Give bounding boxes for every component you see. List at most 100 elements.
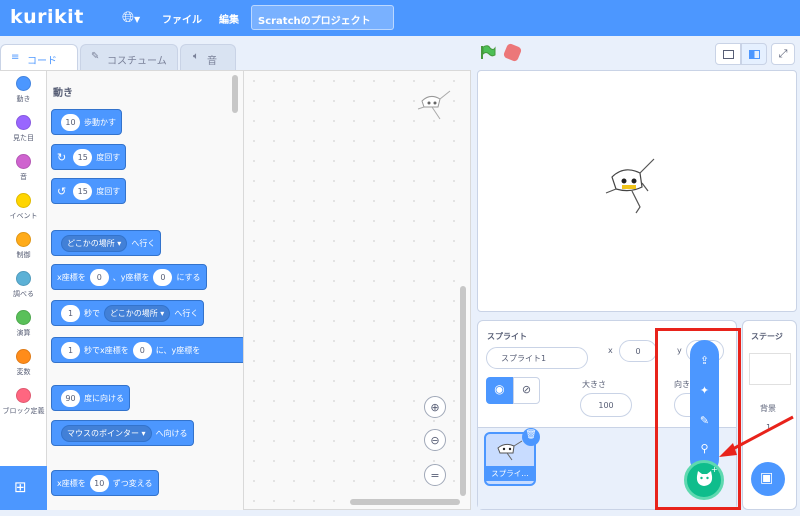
fullscreen-icon: ⤢ (778, 47, 788, 60)
choose-backdrop-button[interactable]: ▣ (751, 462, 785, 496)
block-change-x[interactable]: x座標を 10 ずつ変える (51, 470, 159, 496)
category-6[interactable]: 演算 (0, 310, 47, 338)
x-label: x (608, 346, 613, 355)
zoom-out-icon: ⊖ (430, 433, 440, 447)
block-glide-xy[interactable]: 1 秒でx座標を 0 に、y座標を (51, 337, 243, 363)
block-palette: 動き 10 歩動かす ↻ 15 度回す ↺ 15 度回す どこかの場所 ▾ へ行く x座標を… (47, 70, 243, 510)
glide-end-label: へ行く (174, 308, 199, 318)
change-x-input[interactable]: 10 (89, 474, 109, 492)
turn-left-icon: ↺ (57, 184, 67, 198)
category-dot-icon (16, 154, 31, 169)
add-extension-button[interactable]: ⊞ (0, 466, 47, 510)
hide-sprite-button[interactable]: ⊘ (513, 377, 540, 404)
script-workspace[interactable]: ⊕ ⊖ = (243, 70, 471, 510)
block-glide[interactable]: 1 秒で どこかの場所 ▾ へ行く (51, 300, 205, 326)
sprite-icon[interactable] (602, 153, 668, 218)
turn-right-icon: ↻ (57, 150, 67, 164)
tab-sound-label: 音 (207, 56, 217, 67)
turn-left-label: 度回す (96, 186, 121, 196)
zoom-in-button[interactable]: ⊕ (424, 396, 446, 418)
green-flag-icon[interactable] (480, 45, 496, 60)
block-goto-xy[interactable]: x座標を 0 、y座標を 0 にする (51, 264, 207, 290)
block-goto[interactable]: どこかの場所 ▾ へ行く (51, 230, 162, 256)
category-7[interactable]: 変数 (0, 349, 47, 377)
stop-icon[interactable] (502, 42, 523, 63)
size-label: 大きさ (582, 380, 606, 389)
turn-right-input[interactable]: 15 (73, 148, 93, 166)
x-input[interactable]: 0 (619, 340, 657, 362)
gotoxy-y-label: 、y座標を (112, 272, 150, 282)
category-label: 調べる (13, 290, 34, 298)
glide2-x-input[interactable]: 0 (132, 341, 152, 359)
chevron-down-icon: ▼ (134, 15, 141, 24)
glide2-secs-input[interactable]: 1 (61, 341, 80, 359)
block-point-towards[interactable]: マウスのポインター ▾ へ向ける (51, 420, 194, 446)
move-steps-input[interactable]: 10 (61, 113, 80, 131)
goto-target-dropdown[interactable]: どこかの場所 ▾ (61, 234, 128, 252)
gotoxy-x-input[interactable]: 0 (89, 268, 109, 286)
turn-left-input[interactable]: 15 (73, 182, 93, 200)
category-label: イベント (9, 212, 38, 220)
goto-target-value: どこかの場所 (67, 238, 115, 248)
delete-sprite-button[interactable]: 🗑︎ (522, 428, 540, 446)
point-towards-dropdown[interactable]: マウスのポインター ▾ (61, 424, 152, 442)
category-label: ブロック定義 (2, 407, 45, 415)
sprite-thumb-label: スプライ… (486, 466, 534, 481)
category-1[interactable]: 見た目 (0, 115, 47, 143)
show-sprite-button[interactable]: ◉ (486, 377, 513, 404)
fullscreen-button[interactable]: ⤢ (771, 43, 795, 65)
category-8[interactable]: ブロック定義 (0, 388, 47, 416)
size-input[interactable]: 100 (580, 393, 632, 417)
gotoxy-end-label: にする (176, 272, 201, 282)
workspace-horizontal-scrollbar[interactable] (350, 499, 460, 505)
trash-icon: 🗑︎ (525, 430, 537, 440)
zoom-out-button[interactable]: ⊖ (424, 429, 446, 451)
block-move-steps[interactable]: 10 歩動かす (51, 109, 122, 135)
point-direction-input[interactable]: 90 (61, 389, 80, 407)
menu-file[interactable]: ファイル (162, 11, 202, 26)
block-turn-right[interactable]: ↻ 15 度回す (51, 144, 127, 170)
category-dot-icon (16, 388, 31, 403)
brush-icon: ✎ (91, 51, 100, 62)
glide2-y-label: に、y座標を (155, 345, 201, 355)
large-stage-button[interactable] (741, 43, 767, 65)
workspace-vertical-scrollbar[interactable] (460, 286, 466, 496)
backdrop-thumbnail[interactable] (749, 353, 791, 385)
backdrop-label: 背景 (760, 404, 776, 413)
turn-right-label: 度回す (96, 152, 121, 162)
category-dot-icon (16, 271, 31, 286)
code-icon: ≡ (11, 52, 20, 63)
goto-label: へ行く (131, 238, 156, 248)
category-3[interactable]: イベント (0, 193, 47, 221)
tab-costume[interactable]: ✎ コスチューム (80, 44, 178, 70)
category-0[interactable]: 動き (0, 76, 47, 104)
language-globe-icon[interactable]: 🌐︎▼ (122, 8, 140, 26)
change-x-label: x座標を (57, 478, 86, 488)
glide-secs-input[interactable]: 1 (61, 304, 80, 322)
stage-canvas[interactable] (477, 70, 797, 312)
small-stage-button[interactable] (715, 43, 741, 65)
palette-heading: 動き (53, 88, 73, 99)
tab-costume-label: コスチューム (107, 56, 167, 67)
block-point-direction[interactable]: 90 度に向ける (51, 385, 130, 411)
stage-title: ステージ (751, 332, 783, 341)
kurikit-logo[interactable]: kurikit (10, 6, 84, 28)
category-5[interactable]: 調べる (0, 271, 47, 299)
glide-label: 秒で (84, 308, 100, 318)
zoom-reset-button[interactable]: = (424, 464, 446, 486)
speaker-icon: 🔈︎ (193, 51, 199, 62)
category-dot-icon (16, 310, 31, 325)
tab-sound[interactable]: 🔈︎ 音 (180, 44, 236, 70)
category-4[interactable]: 制御 (0, 232, 47, 260)
extension-icon: ⊞ (14, 478, 27, 496)
sprite-name-input[interactable]: スプライト1 (486, 347, 588, 369)
point-towards-value: マウスのポインター (67, 428, 139, 438)
category-2[interactable]: 音 (0, 154, 47, 182)
tab-code[interactable]: ≡ コード (0, 44, 78, 72)
menu-edit[interactable]: 編集 (219, 11, 239, 26)
palette-scrollbar[interactable] (232, 75, 238, 113)
gotoxy-y-input[interactable]: 0 (153, 268, 173, 286)
block-turn-left[interactable]: ↺ 15 度回す (51, 178, 127, 204)
project-title-input[interactable]: Scratchのプロジェクト (251, 5, 394, 30)
glide-target-dropdown[interactable]: どこかの場所 ▾ (104, 304, 171, 322)
